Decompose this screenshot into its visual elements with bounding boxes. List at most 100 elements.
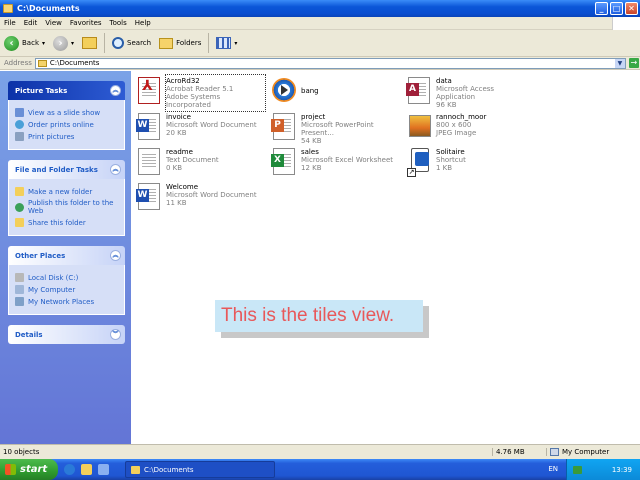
expand-chevron-icon[interactable]: ︾ — [110, 329, 121, 340]
back-button[interactable]: ‹ Back ▾ — [0, 32, 49, 54]
show-desktop-icon[interactable] — [98, 464, 109, 475]
file-tile-solitaire[interactable]: ↗ Solitaire Shortcut 1 KB — [405, 146, 535, 182]
publish-web-link[interactable]: Publish this folder to the Web — [15, 199, 118, 215]
menu-favorites[interactable]: Favorites — [66, 19, 106, 27]
back-label: Back — [22, 39, 39, 47]
file-folder-tasks-header[interactable]: File and Folder Tasks ︽ — [8, 160, 125, 179]
folder-up-icon — [82, 37, 98, 49]
internet-explorer-icon[interactable] — [64, 464, 75, 475]
close-button[interactable]: ✕ — [625, 2, 638, 15]
views-button[interactable]: ▾ — [212, 32, 241, 54]
collapse-chevron-icon[interactable]: ︽ — [110, 85, 121, 96]
file-type: Shortcut — [436, 156, 466, 164]
menu-edit[interactable]: Edit — [20, 19, 42, 27]
my-computer-link[interactable]: My Computer — [15, 285, 118, 294]
details-header[interactable]: Details ︾ — [8, 325, 125, 344]
title-bar[interactable]: C:\Documents _ □ ✕ — [0, 0, 640, 17]
file-tile-acrord32[interactable]: ⅄ AcroRd32 Acrobat Reader 5.1 Adobe System… — [135, 74, 266, 112]
network-icon — [15, 297, 24, 306]
folders-label: Folders — [176, 39, 202, 47]
file-info: 20 KB — [166, 129, 187, 137]
menu-view[interactable]: View — [41, 19, 66, 27]
file-tile-sales[interactable]: X sales Microsoft Excel Worksheet 12 KB — [270, 146, 400, 182]
address-input[interactable]: C:\Documents ▼ — [34, 57, 626, 69]
forward-dropdown-icon[interactable]: ▾ — [71, 40, 74, 47]
file-type: Acrobat Reader 5.1 — [166, 85, 234, 93]
menu-bar: File Edit View Favorites Tools Help — [0, 17, 640, 30]
file-tile-welcome[interactable]: W Welcome Microsoft Word Document 11 KB — [135, 181, 265, 217]
powerpoint-icon: P — [270, 111, 298, 143]
tutorial-caption: This is the tiles view. — [215, 300, 423, 332]
file-name: AcroRd32 — [166, 77, 200, 85]
new-folder-icon — [15, 187, 24, 196]
file-dimensions: 800 x 600 — [436, 121, 472, 129]
back-dropdown-icon[interactable]: ▾ — [42, 40, 45, 47]
file-tile-invoice[interactable]: W invoice Microsoft Word Document 20 KB — [135, 111, 265, 147]
menu-help[interactable]: Help — [131, 19, 155, 27]
access-icon: A — [405, 75, 433, 107]
address-label: Address — [4, 59, 32, 67]
tray-icon[interactable] — [573, 465, 582, 474]
details-panel: Details ︾ — [8, 325, 125, 344]
go-button[interactable]: → Go — [628, 58, 640, 68]
slide-show-icon — [15, 108, 24, 117]
file-list[interactable]: ⅄ AcroRd32 Acrobat Reader 5.1 Adobe System… — [131, 71, 640, 444]
toolbar: ‹ Back ▾ › ▾ Search Folders ▾ — [0, 30, 640, 57]
minimize-button[interactable]: _ — [595, 2, 608, 15]
computer-icon — [550, 448, 559, 456]
file-type: Microsoft PowerPoint Present... — [301, 121, 374, 137]
explorer-icon[interactable] — [81, 464, 92, 475]
picture-tasks-header[interactable]: Picture Tasks ︽ — [8, 81, 125, 100]
printer-icon — [15, 132, 24, 141]
back-arrow-icon: ‹ — [4, 35, 19, 51]
drive-icon — [15, 273, 24, 282]
search-label: Search — [127, 39, 152, 47]
location-label: My Computer — [562, 448, 610, 456]
taskbar-item-documents[interactable]: C:\Documents — [125, 461, 275, 478]
collapse-chevron-icon[interactable]: ︽ — [110, 164, 121, 175]
collapse-chevron-icon[interactable]: ︽ — [110, 250, 121, 261]
file-tile-rannoch-moor[interactable]: rannoch_moor 800 x 600 JPEG Image — [405, 111, 535, 147]
file-tile-data[interactable]: A data Microsoft Access Application 96 KB — [405, 75, 535, 111]
file-tile-readme[interactable]: readme Text Document 0 KB — [135, 146, 265, 182]
up-folder-button[interactable] — [78, 32, 101, 54]
file-info: 0 KB — [166, 164, 183, 172]
file-type: Microsoft Access Application — [436, 85, 495, 101]
share-folder-link[interactable]: Share this folder — [15, 218, 118, 227]
language-indicator[interactable]: EN — [548, 465, 558, 473]
forward-button[interactable]: › ▾ — [49, 32, 78, 54]
file-name: invoice — [166, 113, 191, 121]
start-button[interactable]: start — [0, 459, 58, 480]
windows-logo-icon — [612, 17, 640, 30]
folders-button[interactable]: Folders — [155, 32, 205, 54]
views-icon — [216, 37, 232, 49]
print-pictures-link[interactable]: Print pictures — [15, 132, 118, 141]
excel-icon: X — [270, 146, 298, 178]
folders-icon — [159, 37, 174, 49]
globe-icon — [15, 120, 24, 129]
toolbar-separator — [104, 33, 106, 53]
link-label: Make a new folder — [28, 187, 93, 196]
menu-tools[interactable]: Tools — [106, 19, 131, 27]
local-disk-link[interactable]: Local Disk (C:) — [15, 273, 118, 282]
network-places-link[interactable]: My Network Places — [15, 297, 118, 306]
start-label: start — [20, 464, 48, 475]
solitaire-shortcut-icon: ↗ — [405, 146, 433, 178]
file-name: Solitaire — [436, 148, 465, 156]
new-folder-link[interactable]: Make a new folder — [15, 187, 118, 196]
file-tile-project[interactable]: P project Microsoft PowerPoint Present...… — [270, 111, 400, 147]
menu-file[interactable]: File — [0, 19, 20, 27]
file-info: 54 KB — [301, 137, 322, 145]
order-prints-link[interactable]: Order prints online — [15, 120, 118, 129]
search-button[interactable]: Search — [108, 32, 155, 54]
link-label: My Computer — [28, 285, 76, 294]
file-tile-bang[interactable]: bang — [270, 75, 400, 111]
slide-show-link[interactable]: View as a slide show — [15, 108, 118, 117]
maximize-button[interactable]: □ — [610, 2, 623, 15]
text-document-icon — [135, 146, 163, 178]
link-label: Print pictures — [28, 132, 75, 141]
taskbar: start C:\Documents EN 13:39 — [0, 459, 640, 480]
address-dropdown-icon[interactable]: ▼ — [614, 58, 625, 68]
other-places-header[interactable]: Other Places ︽ — [8, 246, 125, 265]
file-name: data — [436, 77, 452, 85]
